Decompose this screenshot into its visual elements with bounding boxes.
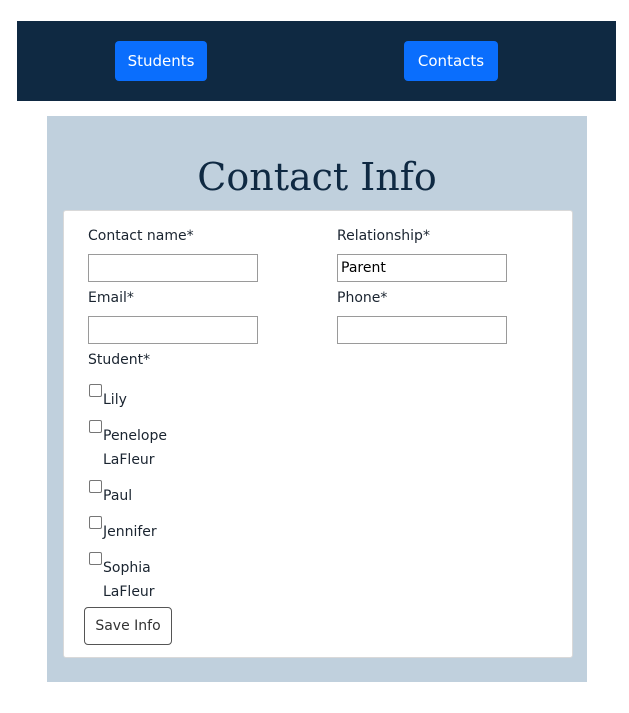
- contact-name-label: Contact name*: [88, 228, 194, 244]
- email-input[interactable]: [88, 316, 258, 344]
- email-label: Email*: [88, 290, 134, 306]
- student-checkbox[interactable]: [89, 552, 102, 565]
- contact-info-panel: Contact Info Contact name* Relationship*…: [47, 116, 587, 682]
- student-option-label: Sophia LaFleur: [103, 560, 155, 600]
- contact-name-input[interactable]: [88, 254, 258, 282]
- student-option-label: Paul: [103, 488, 133, 504]
- page-title: Contact Info: [197, 155, 437, 199]
- student-option-label: Jennifer: [103, 524, 157, 540]
- student-checkbox[interactable]: [89, 384, 102, 397]
- contacts-nav-button[interactable]: Contacts: [404, 41, 498, 81]
- save-info-button[interactable]: Save Info: [84, 607, 172, 645]
- students-nav-button[interactable]: Students: [115, 41, 207, 81]
- relationship-input[interactable]: [337, 254, 507, 282]
- top-navbar: Students Contacts: [17, 21, 616, 101]
- phone-label: Phone*: [337, 290, 388, 306]
- student-checkbox[interactable]: [89, 420, 102, 433]
- student-checkbox[interactable]: [89, 516, 102, 529]
- phone-input[interactable]: [337, 316, 507, 344]
- student-checkbox[interactable]: [89, 480, 102, 493]
- relationship-label: Relationship*: [337, 228, 430, 244]
- student-option-label: Penelope LaFleur: [103, 428, 167, 468]
- student-option-label: Lily: [103, 392, 127, 408]
- contact-form-card: Contact name* Relationship* Email* Phone…: [63, 210, 573, 658]
- student-label: Student*: [88, 352, 151, 368]
